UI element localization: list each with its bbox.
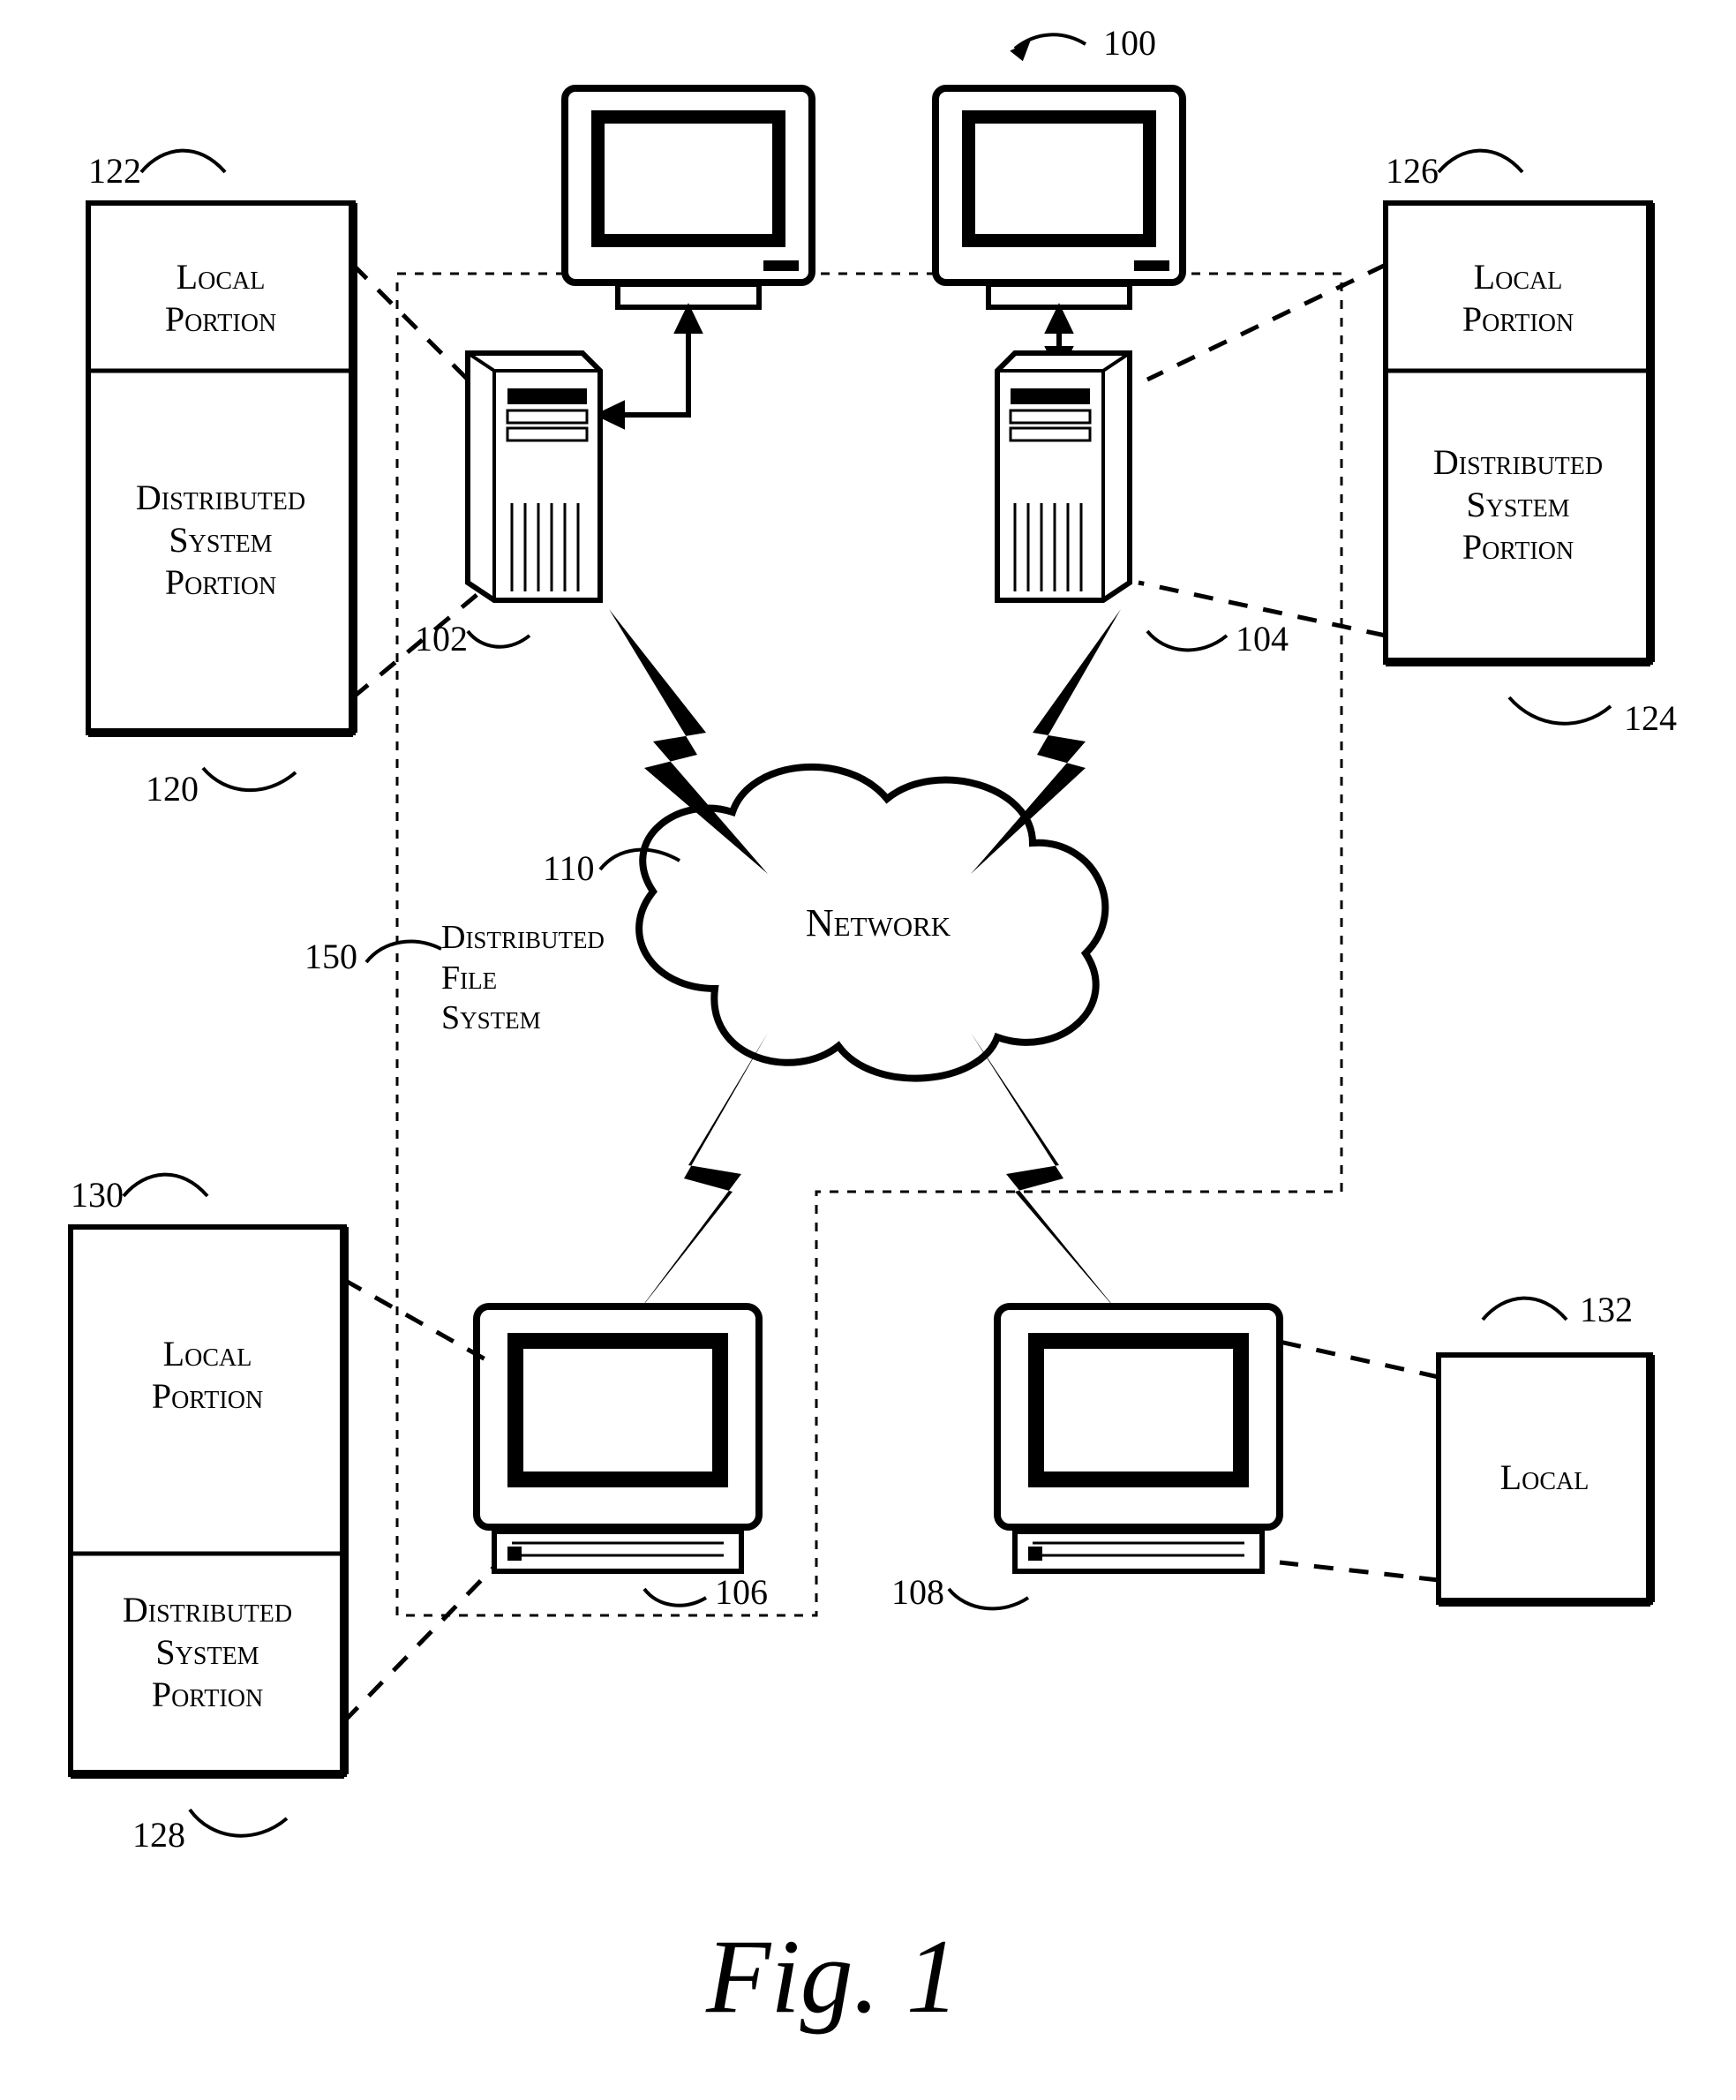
workstation-108	[997, 1306, 1280, 1571]
ref-104: 104	[1236, 618, 1289, 659]
ref-108: 108	[891, 1571, 944, 1613]
ref-128: 128	[132, 1814, 185, 1855]
ref-122: 122	[88, 150, 141, 192]
ref-120: 120	[146, 768, 199, 809]
box124-local: Local Portion	[1386, 256, 1650, 341]
monitor-top-left	[565, 88, 812, 307]
ref-126: 126	[1386, 150, 1439, 192]
network-label: Network	[790, 900, 966, 947]
box124-dist: Distributed System Portion	[1386, 441, 1650, 568]
ref-124: 124	[1624, 697, 1677, 739]
box120-local: Local Portion	[88, 256, 353, 341]
box132-label: Local	[1439, 1456, 1650, 1499]
ref-132: 132	[1580, 1289, 1633, 1330]
arrow-mon-102	[600, 309, 699, 425]
diagram-stage: 100 Network 110 Distributed File System …	[0, 0, 1736, 2100]
server-104	[997, 353, 1130, 600]
ref-110: 110	[543, 847, 595, 889]
dfs-label: Distributed File System	[441, 918, 644, 1039]
ref-130: 130	[71, 1174, 124, 1216]
box128-local: Local Portion	[71, 1333, 344, 1418]
monitor-top-right	[936, 88, 1183, 307]
bolt-108	[971, 1033, 1121, 1315]
box128-dist: Distributed System Portion	[71, 1589, 344, 1716]
server-102	[468, 353, 600, 600]
figure-caption: Fig. 1	[706, 1916, 959, 2037]
ref-100: 100	[1103, 22, 1156, 64]
ref-102: 102	[415, 618, 468, 659]
workstation-106	[477, 1306, 759, 1571]
ref-106: 106	[715, 1571, 768, 1613]
ref-150: 150	[304, 936, 357, 977]
bolt-106	[635, 1033, 768, 1315]
box120-dist: Distributed System Portion	[88, 477, 353, 604]
